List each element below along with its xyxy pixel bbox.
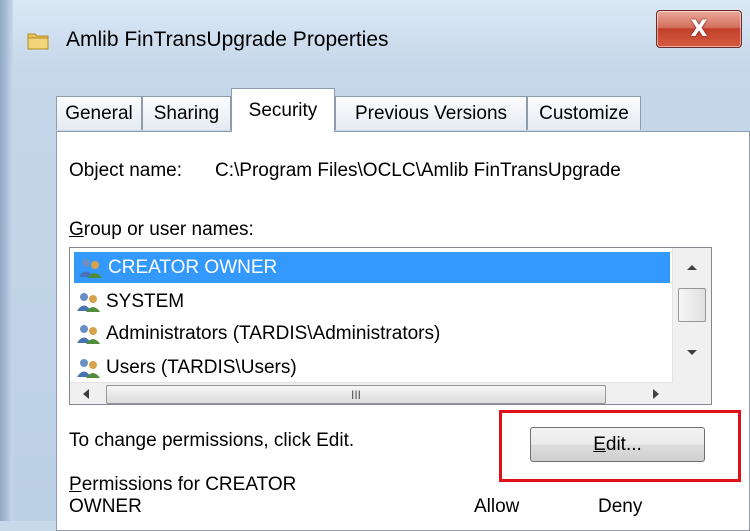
horizontal-scrollbar[interactable]: III — [70, 382, 673, 404]
users-icon — [77, 324, 100, 344]
tab-security[interactable]: Security — [231, 88, 335, 132]
accelerator-key: G — [69, 219, 84, 240]
window-title: Amlib FinTransUpgrade Properties — [66, 28, 389, 51]
scrollbar-corner — [673, 382, 711, 404]
group-label-text: roup or user names: — [83, 219, 254, 240]
list-item-creator-owner[interactable]: CREATOR OWNER — [74, 252, 670, 283]
list-item-system[interactable]: SYSTEM — [72, 286, 184, 317]
group-user-listbox[interactable]: CREATOR OWNER SYSTEM Administrators (TAR… — [69, 247, 712, 405]
list-item-label: Administrators (TARDIS\Administrators) — [106, 322, 441, 344]
vertical-scrollbar[interactable] — [672, 248, 711, 382]
tab-general[interactable]: General — [56, 96, 142, 130]
users-icon — [79, 258, 102, 278]
edit-button-highlight — [499, 410, 741, 482]
accelerator-key: P — [69, 474, 82, 495]
allow-column-header: Allow — [474, 496, 520, 517]
vertical-scroll-thumb[interactable] — [678, 288, 706, 322]
tab-customize[interactable]: Customize — [527, 96, 641, 130]
tab-label: Customize — [539, 102, 629, 124]
window-left-border — [0, 0, 13, 521]
tab-sharing[interactable]: Sharing — [142, 96, 231, 130]
close-button[interactable]: X — [656, 10, 742, 48]
tab-label: General — [65, 102, 133, 124]
horizontal-scroll-thumb[interactable]: III — [106, 385, 606, 404]
list-item-label: Users (TARDIS\Users) — [106, 356, 297, 378]
folder-icon — [27, 33, 49, 50]
object-name-label: Object name: — [69, 160, 182, 181]
tab-label: Sharing — [153, 102, 220, 124]
tab-label: Security — [248, 99, 318, 121]
object-name-value: C:\Program Files\OCLC\Amlib FinTransUpgr… — [215, 160, 621, 181]
scroll-left-arrow-icon[interactable] — [80, 387, 92, 401]
scroll-up-arrow-icon[interactable] — [685, 262, 699, 272]
change-permissions-hint: To change permissions, click Edit. — [69, 430, 355, 451]
deny-column-header: Deny — [598, 496, 643, 517]
list-item-label: CREATOR OWNER — [108, 256, 278, 278]
list-item-administrators[interactable]: Administrators (TARDIS\Administrators) — [72, 318, 440, 349]
users-icon — [77, 358, 100, 378]
scroll-right-arrow-icon[interactable] — [650, 387, 662, 401]
permissions-for-label: Permissions for CREATOR — [69, 474, 296, 496]
tab-label: Previous Versions — [354, 102, 508, 124]
tab-previous-versions[interactable]: Previous Versions — [335, 96, 527, 130]
scroll-down-arrow-icon[interactable] — [685, 348, 699, 358]
list-item-users[interactable]: Users (TARDIS\Users) — [72, 352, 297, 383]
permissions-label-text: ermissions for CREATOR — [81, 474, 297, 495]
users-icon — [77, 292, 100, 312]
list-item-label: SYSTEM — [106, 290, 185, 312]
close-icon: X — [690, 16, 708, 42]
permissions-for-principal: OWNER — [69, 496, 142, 517]
group-or-user-names-label: Group or user names: — [69, 219, 254, 241]
scroll-grip-icon: III — [350, 387, 361, 402]
